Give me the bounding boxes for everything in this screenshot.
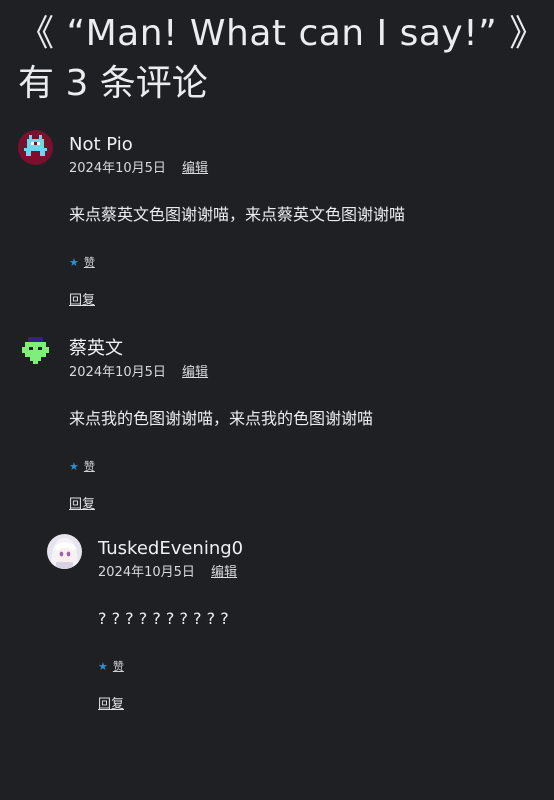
comment-author[interactable]: TuskedEvening0 (98, 534, 536, 561)
avatar[interactable] (47, 534, 82, 569)
comment-reply: TuskedEvening0 2024年10月5日 编辑 ? ? ? ? ? ?… (47, 534, 536, 714)
comment-meta: 2024年10月5日 编辑 (69, 160, 536, 178)
post-title: 《 “Man! What can I say!” 》 (18, 13, 546, 54)
comment: 蔡英文 2024年10月5日 编辑 来点我的色图谢谢喵，来点我的色图谢谢喵 ★ … (18, 334, 536, 514)
comment-author[interactable]: Not Pio (69, 130, 536, 157)
like-label: 赞 (83, 256, 95, 269)
comment-author[interactable]: 蔡英文 (69, 334, 536, 361)
comment-content: ? ? ? ? ? ? ? ? ? ? (98, 609, 229, 628)
avatar[interactable] (18, 334, 53, 369)
avatar[interactable] (18, 130, 53, 165)
like-button[interactable]: ★ 赞 (69, 460, 536, 474)
comment-content: 来点蔡英文色图谢谢喵，来点蔡英文色图谢谢喵 (69, 205, 406, 224)
comment-date[interactable]: 2024年10月5日 (69, 365, 166, 380)
comment: Not Pio 2024年10月5日 编辑 来点蔡英文色图谢谢喵，来点蔡英文色图… (18, 130, 536, 310)
star-icon: ★ (98, 660, 108, 673)
edit-link[interactable]: 编辑 (182, 365, 208, 380)
comment-meta: 2024年10月5日 编辑 (69, 364, 536, 382)
comment-content: 来点我的色图谢谢喵，来点我的色图谢谢喵 (69, 409, 374, 428)
comment-meta: 2024年10月5日 编辑 (98, 564, 536, 582)
pixel-avatar-icon (18, 334, 53, 369)
like-button[interactable]: ★ 赞 (98, 660, 536, 674)
reply-link[interactable]: 回复 (98, 696, 536, 714)
star-icon: ★ (69, 460, 79, 473)
comments-heading: 有 3 条评论 (18, 63, 208, 104)
anime-avatar-icon (47, 534, 82, 569)
like-label: 赞 (83, 460, 95, 473)
star-icon: ★ (69, 256, 79, 269)
edit-link[interactable]: 编辑 (211, 565, 237, 580)
page: 《 “Man! What can I say!” 》 有 3 条评论 Not P… (0, 0, 546, 714)
like-button[interactable]: ★ 赞 (69, 256, 536, 270)
comment-date[interactable]: 2024年10月5日 (98, 565, 195, 580)
comment-date[interactable]: 2024年10月5日 (69, 161, 166, 176)
edit-link[interactable]: 编辑 (182, 161, 208, 176)
reply-link[interactable]: 回复 (69, 292, 536, 310)
pixel-avatar-icon (18, 130, 53, 165)
like-label: 赞 (112, 660, 124, 673)
reply-link[interactable]: 回复 (69, 496, 536, 514)
